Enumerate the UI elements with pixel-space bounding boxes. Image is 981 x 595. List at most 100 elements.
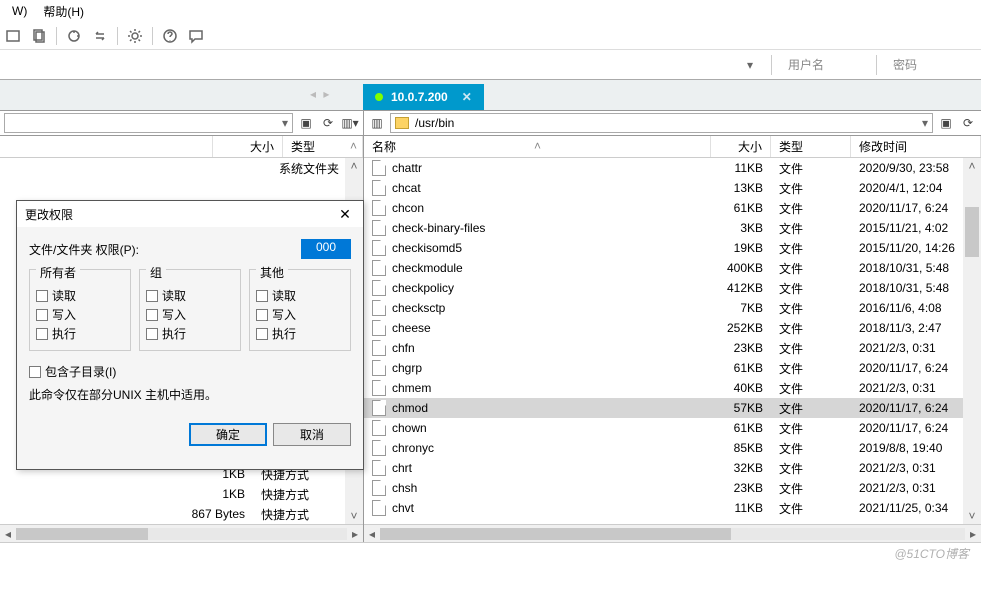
tool-icon-2[interactable] [30, 27, 48, 45]
list-item[interactable]: 系统文件夹 [0, 158, 363, 178]
table-row[interactable]: chattr 11KB 文件 2020/9/30, 23:58 [364, 158, 981, 178]
checkbox-icon [36, 290, 48, 302]
tab-close-icon[interactable]: ✕ [462, 90, 472, 104]
cell-size: 19KB [711, 241, 771, 255]
perm-checkbox[interactable]: 读取 [256, 287, 344, 304]
session-tab[interactable]: 10.0.7.200 ✕ [363, 84, 484, 110]
host-dropdown-icon[interactable]: ▾ [747, 58, 759, 72]
tool-icon-1[interactable] [4, 27, 22, 45]
perm-checkbox[interactable]: 写入 [36, 306, 124, 323]
sort-up-icon[interactable]: ˄ [350, 139, 357, 153]
perm-label: 执行 [272, 325, 296, 342]
cell-type: 文件 [771, 220, 851, 237]
table-row[interactable]: check-binary-files 3KB 文件 2015/11/21, 4:… [364, 218, 981, 238]
table-row[interactable]: 867 Bytes 快捷方式 [0, 504, 345, 524]
perm-checkbox[interactable]: 读取 [36, 287, 124, 304]
table-row[interactable]: chsh 23KB 文件 2021/2/3, 0:31 [364, 478, 981, 498]
cell-mtime: 2018/10/31, 5:48 [851, 281, 981, 295]
local-path-input[interactable]: ▾ [4, 113, 293, 133]
perm-checkbox[interactable]: 执行 [36, 325, 124, 342]
tab-pager[interactable]: ◂ ▸ [310, 87, 331, 101]
legend: 所有者 [36, 264, 80, 281]
table-row[interactable]: chrt 32KB 文件 2021/2/3, 0:31 [364, 458, 981, 478]
refresh-icon[interactable]: ⟳ [959, 114, 977, 132]
cell-name: check-binary-files [392, 221, 711, 235]
chevron-down-icon[interactable]: ▾ [282, 116, 288, 130]
cell-name: chmem [392, 381, 711, 395]
table-row[interactable]: chown 61KB 文件 2020/11/17, 6:24 [364, 418, 981, 438]
perm-checkbox[interactable]: 写入 [256, 306, 344, 323]
cell-size: 252KB [711, 321, 771, 335]
table-row[interactable]: checkpolicy 412KB 文件 2018/10/31, 5:48 [364, 278, 981, 298]
cell-size: 40KB [711, 381, 771, 395]
chat-icon[interactable] [187, 27, 205, 45]
toggle-tree-icon[interactable]: ▥ [368, 114, 386, 132]
help-icon[interactable] [161, 27, 179, 45]
dialog-titlebar[interactable]: 更改权限 ✕ [17, 201, 363, 227]
sync-icon[interactable] [65, 27, 83, 45]
cell-mtime: 2015/11/21, 4:02 [851, 221, 981, 235]
horizontal-scrollbar[interactable]: ◂ ▸ [364, 524, 981, 542]
menu-help[interactable]: 帮助(H) [35, 1, 92, 22]
recurse-checkbox[interactable]: 包含子目录(I) [29, 363, 351, 380]
table-row[interactable]: chronyc 85KB 文件 2019/8/8, 19:40 [364, 438, 981, 458]
bookmark-icon[interactable]: ▣ [937, 114, 955, 132]
vertical-scrollbar[interactable]: ˄ ˅ [963, 158, 981, 524]
password-field[interactable]: 密码 [889, 54, 969, 75]
table-row[interactable]: checkmodule 400KB 文件 2018/10/31, 5:48 [364, 258, 981, 278]
file-icon [372, 360, 386, 376]
sort-up-icon[interactable]: ˄ [534, 139, 541, 153]
col-size[interactable]: 大小 [213, 136, 283, 157]
table-row[interactable]: checksctp 7KB 文件 2016/11/6, 4:08 [364, 298, 981, 318]
cell-mtime: 2019/8/8, 19:40 [851, 441, 981, 455]
cell-size: 13KB [711, 181, 771, 195]
cell-type: 文件 [771, 200, 851, 217]
perm-label: 文件/文件夹 权限(P): [29, 241, 301, 258]
transfer-icon[interactable] [91, 27, 109, 45]
remote-list[interactable]: chattr 11KB 文件 2020/9/30, 23:58 chcat 13… [364, 158, 981, 524]
table-row[interactable]: chfn 23KB 文件 2021/2/3, 0:31 [364, 338, 981, 358]
horizontal-scrollbar[interactable]: ◂ ▸ [0, 524, 363, 542]
permissions-input[interactable]: 000 [301, 239, 351, 259]
cell-type: 文件 [771, 180, 851, 197]
cancel-button[interactable]: 取消 [273, 423, 351, 446]
table-row[interactable]: chcat 13KB 文件 2020/4/1, 12:04 [364, 178, 981, 198]
username-field[interactable]: 用户名 [784, 54, 864, 75]
table-row[interactable]: chmem 40KB 文件 2021/2/3, 0:31 [364, 378, 981, 398]
table-row[interactable]: checkisomd5 19KB 文件 2015/11/20, 14:26 [364, 238, 981, 258]
col-mtime[interactable]: 修改时间 [851, 136, 981, 157]
col-type[interactable]: 类型 [771, 136, 851, 157]
perm-label: 执行 [162, 325, 186, 342]
menu-window[interactable]: W) [4, 2, 35, 20]
toolbar-divider-3 [152, 27, 153, 45]
cell-size: 412KB [711, 281, 771, 295]
remote-path-input[interactable]: /usr/bin ▾ [390, 113, 933, 133]
checkbox-icon [146, 328, 158, 340]
table-row[interactable]: chvt 11KB 文件 2021/11/25, 0:34 [364, 498, 981, 518]
table-row[interactable]: chcon 61KB 文件 2020/11/17, 6:24 [364, 198, 981, 218]
bookmark-icon[interactable]: ▣ [297, 114, 315, 132]
cell-type: 文件 [771, 320, 851, 337]
perm-checkbox[interactable]: 读取 [146, 287, 234, 304]
cell-size: 3KB [711, 221, 771, 235]
perm-checkbox[interactable]: 执行 [256, 325, 344, 342]
cell-mtime: 2020/11/17, 6:24 [851, 401, 981, 415]
close-icon[interactable]: ✕ [335, 206, 355, 223]
gear-icon[interactable] [126, 27, 144, 45]
table-row[interactable]: cheese 252KB 文件 2018/11/3, 2:47 [364, 318, 981, 338]
perm-checkbox[interactable]: 写入 [146, 306, 234, 323]
table-row[interactable]: chgrp 61KB 文件 2020/11/17, 6:24 [364, 358, 981, 378]
perm-checkbox[interactable]: 执行 [146, 325, 234, 342]
chevron-down-icon[interactable]: ▾ [922, 116, 928, 130]
cell-mtime: 2015/11/20, 14:26 [851, 241, 981, 255]
cell-type: 文件 [771, 380, 851, 397]
table-row[interactable]: 1KB 快捷方式 [0, 484, 345, 504]
col-size[interactable]: 大小 [711, 136, 771, 157]
cell-size: 23KB [711, 341, 771, 355]
file-icon [372, 200, 386, 216]
view-icon[interactable]: ▥▾ [341, 114, 359, 132]
table-row[interactable]: chmod 57KB 文件 2020/11/17, 6:24 [364, 398, 981, 418]
refresh-icon[interactable]: ⟳ [319, 114, 337, 132]
col-spacer[interactable] [0, 136, 213, 157]
ok-button[interactable]: 确定 [189, 423, 267, 446]
